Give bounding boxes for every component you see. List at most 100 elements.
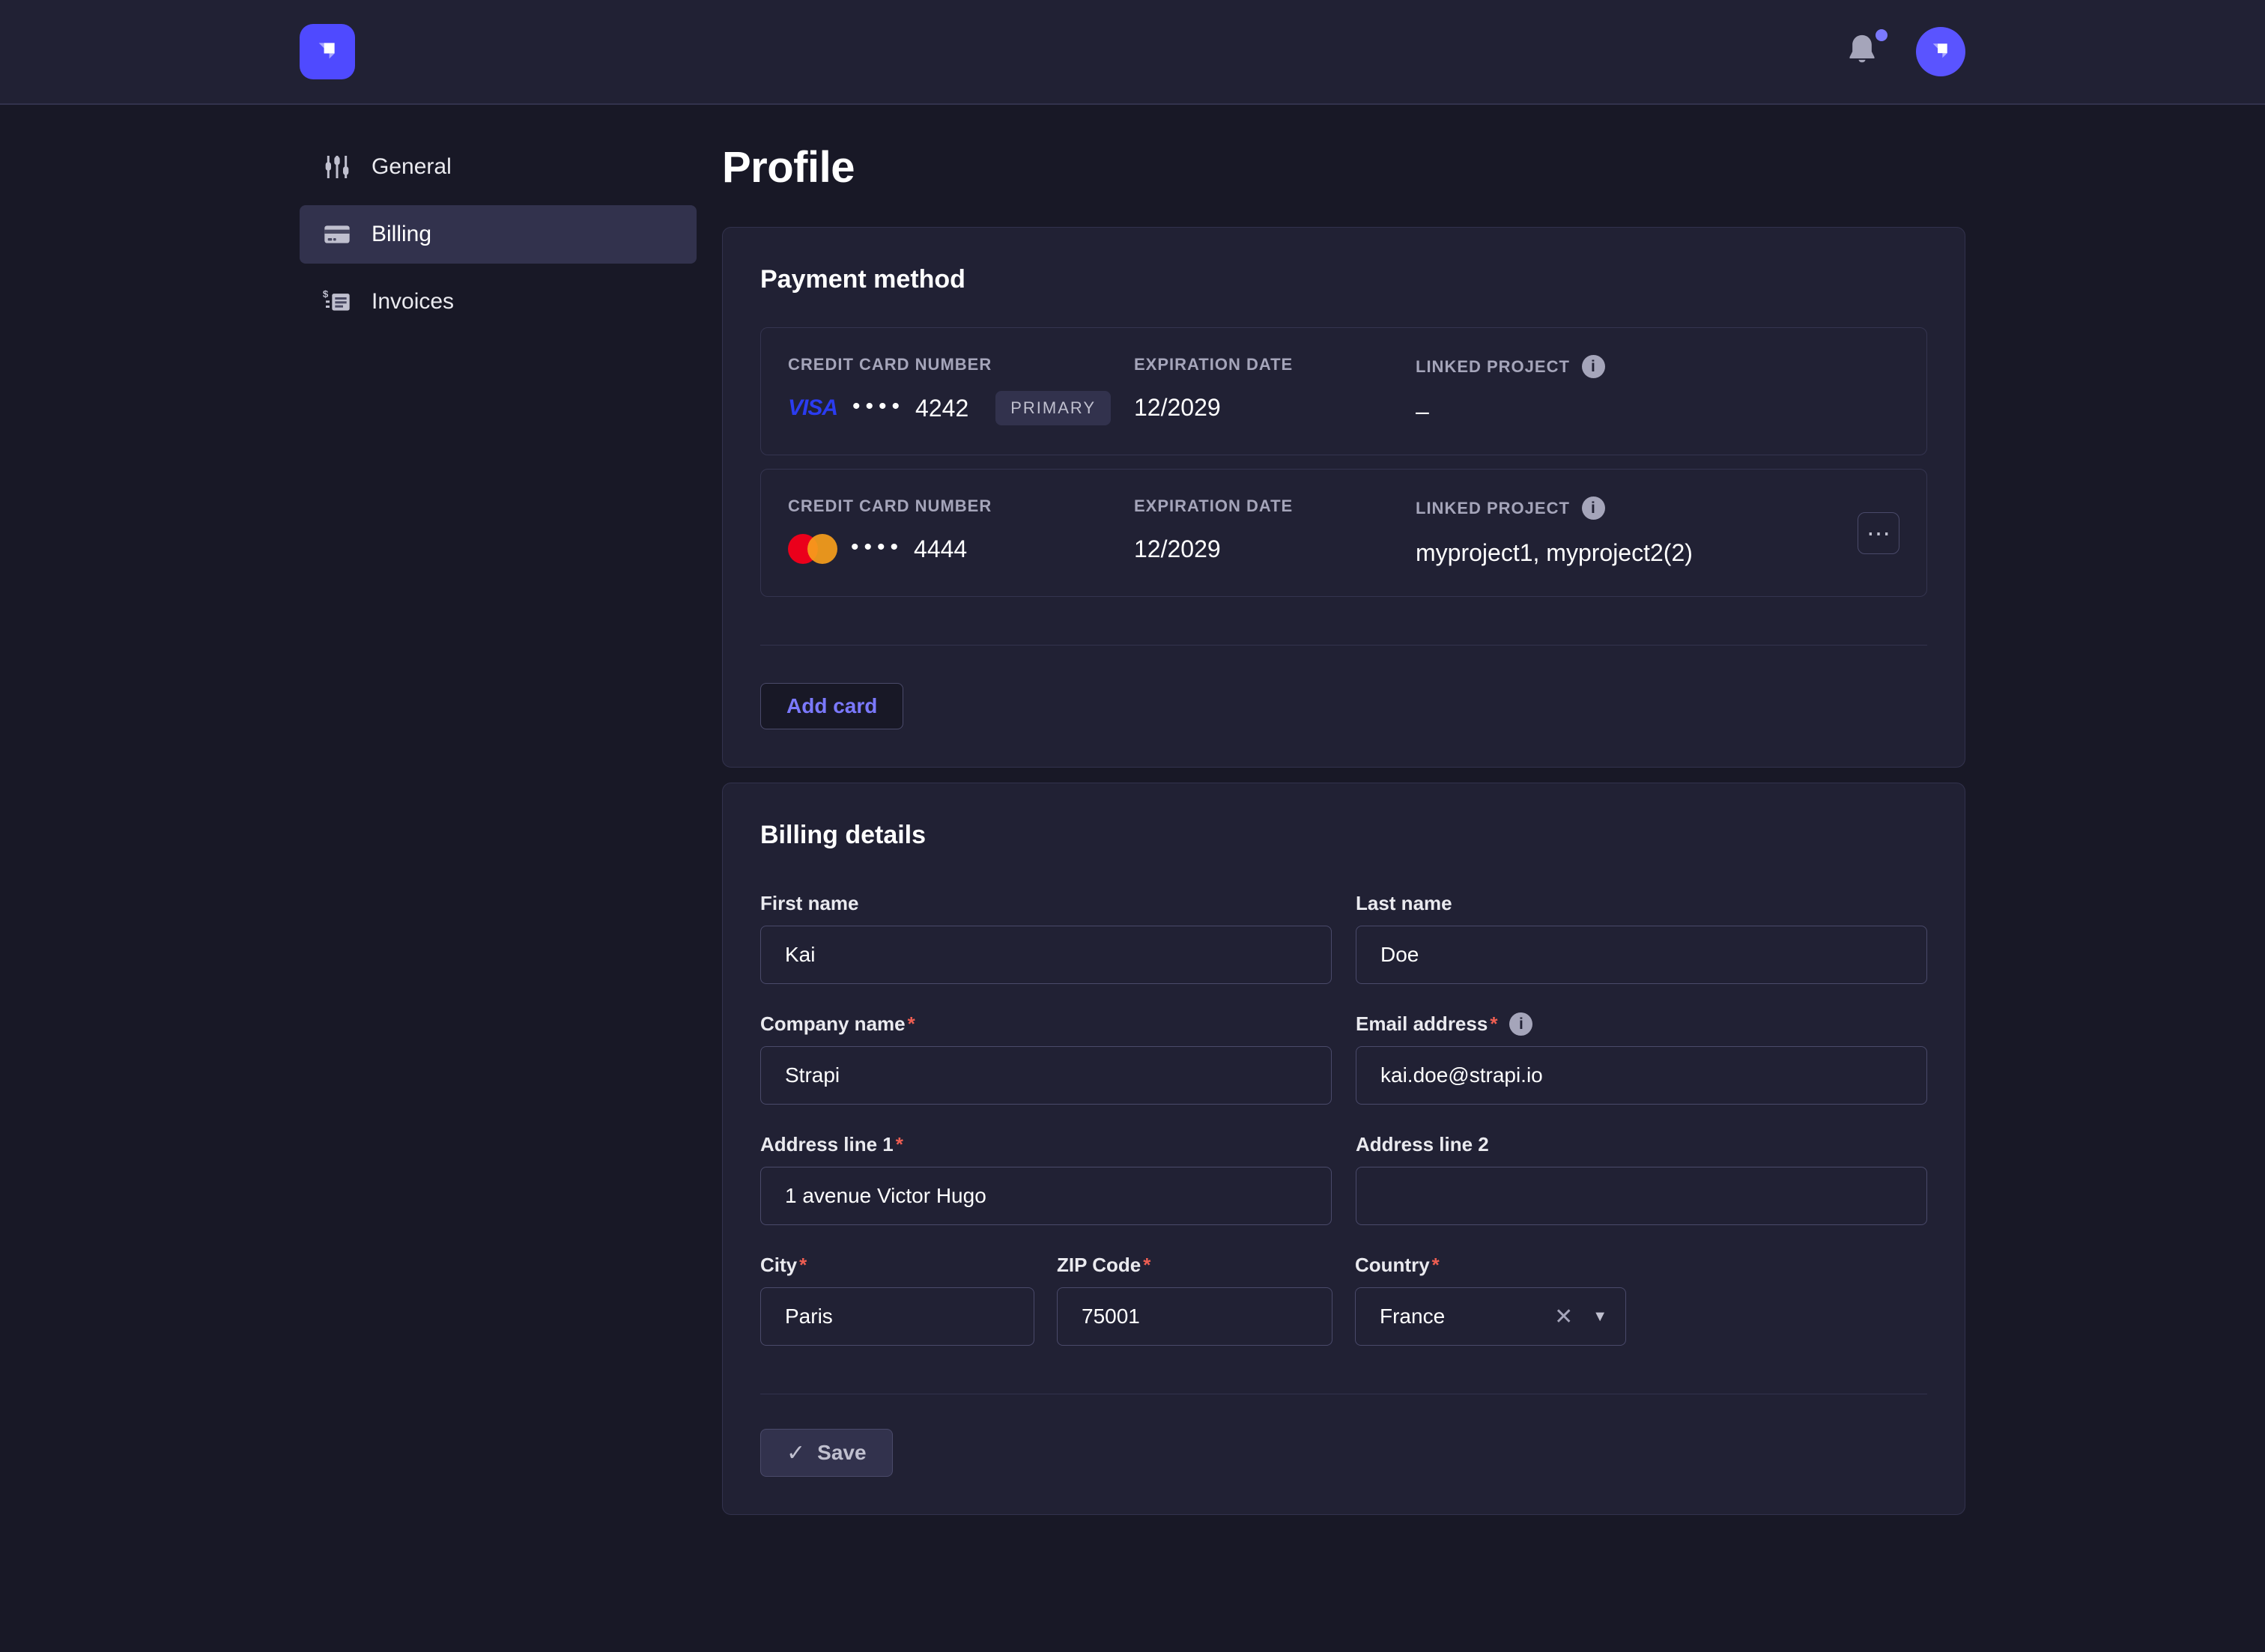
sidebar-item-label: Invoices: [372, 289, 454, 315]
zip-code-input[interactable]: [1057, 1287, 1332, 1346]
payment-card-row-mastercard: CREDIT CARD NUMBER •••• 4444 EXPIRATION …: [760, 469, 1927, 597]
linked-project-header-text: LINKED PROJECT: [1416, 357, 1570, 377]
expiration-value: 12/2029: [1134, 532, 1416, 565]
first-name-input[interactable]: [760, 926, 1332, 984]
info-icon[interactable]: i: [1582, 496, 1605, 520]
field-email: Email address * i: [1356, 1012, 1927, 1105]
check-icon: ✓: [786, 1440, 805, 1466]
address-line-1-input[interactable]: [760, 1167, 1332, 1225]
top-bar: [0, 0, 2265, 105]
info-icon[interactable]: i: [1509, 1012, 1532, 1036]
required-mark: *: [1432, 1254, 1440, 1277]
panel-divider: [760, 645, 1927, 646]
address1-label: Address line 1 *: [760, 1133, 1332, 1156]
email-input[interactable]: [1356, 1046, 1927, 1105]
field-first-name: First name: [760, 892, 1332, 984]
profile-content: Profile Payment method CREDIT CARD NUMBE…: [722, 138, 1965, 1530]
page-title: Profile: [722, 142, 1965, 192]
masked-digits: ••••: [852, 394, 905, 419]
city-label: City *: [760, 1254, 1034, 1277]
card-number-header: CREDIT CARD NUMBER: [788, 355, 1134, 374]
label-text: Company name: [760, 1012, 906, 1036]
label-text: First name: [760, 892, 859, 915]
card-number-cell: CREDIT CARD NUMBER VISA •••• 4242 PRIMAR…: [788, 355, 1134, 425]
label-text: Address line 2: [1356, 1133, 1489, 1156]
save-button-label: Save: [817, 1441, 866, 1465]
expiration-header: EXPIRATION DATE: [1134, 496, 1416, 516]
label-text: Country: [1355, 1254, 1430, 1277]
sliders-icon: [322, 152, 352, 182]
label-text: Last name: [1356, 892, 1452, 915]
field-country: Country * France ✕ ▼: [1355, 1254, 1626, 1346]
card-last4: 4242: [915, 395, 968, 422]
sidebar-item-invoices[interactable]: $ Invoices: [300, 273, 697, 331]
country-label: Country *: [1355, 1254, 1626, 1277]
linked-project-cell: LINKED PROJECT i myproject1, myproject2(…: [1416, 496, 1858, 569]
invoice-icon: $: [322, 287, 352, 317]
masked-digits: ••••: [851, 535, 903, 560]
visa-logo: VISA: [788, 395, 837, 421]
settings-sidebar: General Billing $: [300, 138, 697, 1530]
required-mark: *: [1143, 1254, 1150, 1277]
primary-badge: PRIMARY: [995, 391, 1111, 425]
linked-project-header: LINKED PROJECT i: [1416, 496, 1858, 520]
linked-project-value: –: [1416, 395, 1899, 428]
address2-label: Address line 2: [1356, 1133, 1927, 1156]
user-avatar[interactable]: [1916, 27, 1965, 76]
company-name-label: Company name *: [760, 1012, 1332, 1036]
required-mark: *: [908, 1012, 915, 1036]
city-zip-country-row: City * ZIP Code * Country *: [760, 1254, 1927, 1346]
expiration-value: 12/2029: [1134, 391, 1416, 424]
last-name-label: Last name: [1356, 892, 1927, 915]
expiration-header: EXPIRATION DATE: [1134, 355, 1416, 374]
field-address-line-2: Address line 2: [1356, 1133, 1927, 1225]
avatar-logo-icon: [1926, 36, 1955, 68]
add-card-button[interactable]: Add card: [760, 683, 903, 729]
field-address-line-1: Address line 1 *: [760, 1133, 1332, 1225]
label-text: ZIP Code: [1057, 1254, 1141, 1277]
strapi-logo-button[interactable]: [300, 24, 355, 79]
label-text: City: [760, 1254, 797, 1277]
country-select[interactable]: France ✕ ▼: [1355, 1287, 1626, 1346]
card-actions-menu-button[interactable]: ⋯: [1858, 512, 1899, 554]
address-line-2-input[interactable]: [1356, 1167, 1927, 1225]
save-button[interactable]: ✓ Save: [760, 1429, 893, 1477]
notification-dot: [1876, 29, 1888, 41]
top-bar-actions: [1846, 27, 1965, 76]
credit-card-icon: [322, 219, 352, 249]
strapi-logo-icon: [312, 34, 343, 70]
card-number-header: CREDIT CARD NUMBER: [788, 496, 1134, 516]
clear-icon[interactable]: ✕: [1554, 1304, 1573, 1330]
company-name-input[interactable]: [760, 1046, 1332, 1105]
linked-project-value: myproject1, myproject2(2): [1416, 536, 1858, 569]
sidebar-item-billing[interactable]: Billing: [300, 205, 697, 264]
info-icon[interactable]: i: [1582, 355, 1605, 378]
expiration-cell: EXPIRATION DATE 12/2029: [1134, 496, 1416, 565]
payment-card-row-visa: CREDIT CARD NUMBER VISA •••• 4242 PRIMAR…: [760, 327, 1927, 455]
city-input[interactable]: [760, 1287, 1034, 1346]
main-layout: General Billing $: [300, 105, 1965, 1530]
email-label: Email address * i: [1356, 1012, 1927, 1036]
card-number-cell: CREDIT CARD NUMBER •••• 4444: [788, 496, 1134, 565]
sidebar-item-label: Billing: [372, 222, 431, 247]
linked-project-header-text: LINKED PROJECT: [1416, 499, 1570, 518]
field-last-name: Last name: [1356, 892, 1927, 984]
sidebar-item-general[interactable]: General: [300, 138, 697, 196]
payment-method-panel: Payment method CREDIT CARD NUMBER VISA •…: [722, 227, 1965, 768]
billing-form-grid: First name Last name Company name *: [760, 892, 1927, 1225]
linked-project-cell: LINKED PROJECT i –: [1416, 355, 1899, 428]
label-text: Email address: [1356, 1012, 1488, 1036]
billing-details-title: Billing details: [760, 821, 1927, 850]
field-city: City *: [760, 1254, 1034, 1346]
required-mark: *: [799, 1254, 807, 1277]
chevron-down-icon[interactable]: ▼: [1592, 1308, 1607, 1325]
bell-icon: [1846, 58, 1879, 71]
mastercard-logo: [788, 534, 837, 564]
notifications-button[interactable]: [1846, 32, 1882, 71]
field-company-name: Company name *: [760, 1012, 1332, 1105]
required-mark: *: [896, 1133, 903, 1156]
billing-details-panel: Billing details First name Last name: [722, 783, 1965, 1515]
sidebar-item-label: General: [372, 154, 452, 180]
field-zip-code: ZIP Code *: [1057, 1254, 1332, 1346]
last-name-input[interactable]: [1356, 926, 1927, 984]
